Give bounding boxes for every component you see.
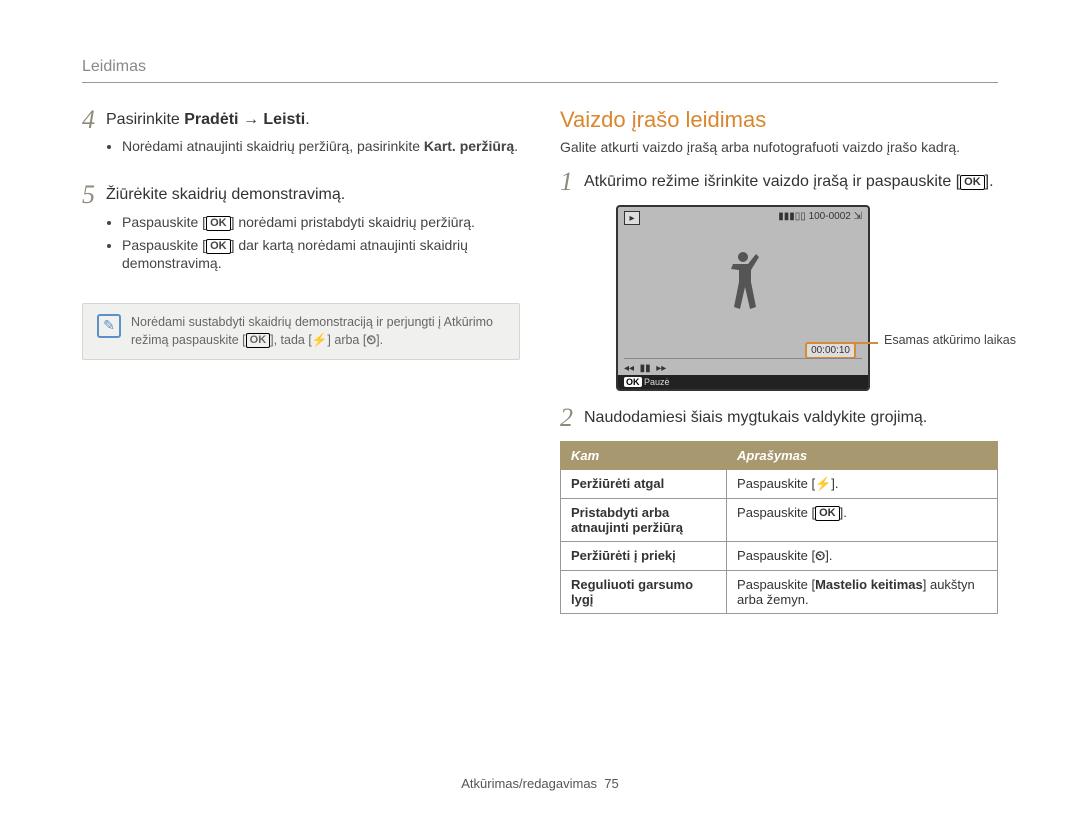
table-header-row: Kam Aprašymas: [561, 442, 998, 470]
step-body: Pasirinkite Pradėti → Leisti. Norėdami a…: [106, 107, 520, 172]
preview-bottombar: OK Pauzė: [618, 375, 868, 389]
th-aprasymas: Aprašymas: [727, 442, 998, 470]
table-row: Peržiūrėti atgal Paspauskite [⚡].: [561, 470, 998, 499]
strong: Pradėti: [184, 111, 238, 128]
callout-line: [838, 342, 878, 344]
ok-icon: OK: [206, 216, 231, 231]
text: Paspauskite [: [737, 505, 815, 520]
step-4: 4 Pasirinkite Pradėti → Leisti. Norėdami…: [82, 107, 520, 172]
page-header: Leidimas: [82, 58, 998, 83]
step-number: 5: [82, 182, 106, 208]
table-row: Reguliuoti garsumo lygį Paspauskite [Mas…: [561, 571, 998, 614]
strong: Leisti: [263, 111, 305, 128]
text: ].: [825, 548, 832, 563]
step-4-bullets: Norėdami atnaujinti skaidrių peržiūrą, p…: [106, 137, 520, 156]
step-number: 4: [82, 107, 106, 133]
text: Norėdami atnaujinti skaidrių peržiūrą, p…: [122, 138, 424, 154]
ok-icon: OK: [624, 377, 642, 387]
header-title: Leidimas: [82, 58, 146, 75]
play-badge-icon: ▸: [624, 211, 640, 225]
row-desc: Paspauskite [⏲].: [727, 542, 998, 571]
step-number: 1: [560, 169, 584, 195]
row-label: Peržiūrėti į priekį: [561, 542, 727, 571]
text: ].: [376, 333, 383, 347]
table-row: Peržiūrėti į priekį Paspauskite [⏲].: [561, 542, 998, 571]
step-5-bullets: Paspauskite [OK] norėdami pristabdyti sk…: [106, 213, 520, 274]
row-label: Peržiūrėti atgal: [561, 470, 727, 499]
ok-icon: OK: [960, 175, 985, 190]
text: .: [514, 138, 518, 154]
screenshot-wrapper: ▸ ▮▮▮▯▯ 100-0002 ⇲ 00:00:10 ◂◂ ▮▮ ▸▸: [588, 205, 998, 391]
step-body: Žiūrėkite skaidrių demonstravimą. Paspau…: [106, 182, 520, 289]
pause-icon: ▮▮: [640, 363, 651, 374]
text: Paspauskite [: [122, 237, 206, 253]
table-row: Pristabdyti arba atnaujinti peržiūrą Pas…: [561, 499, 998, 542]
text: ] arba [: [327, 333, 366, 347]
text: ] norėdami pristabdyti skaidrių peržiūrą…: [231, 214, 475, 230]
info-note: ✎ Norėdami sustabdyti skaidrių demonstra…: [82, 303, 520, 360]
person-silhouette-icon: [723, 247, 763, 322]
two-column-layout: 4 Pasirinkite Pradėti → Leisti. Norėdami…: [82, 107, 998, 614]
preview-topbar: ▸ ▮▮▮▯▯ 100-0002 ⇲: [624, 211, 862, 225]
th-kam: Kam: [561, 442, 727, 470]
page-footer: Atkūrimas/redagavimas 75: [0, 776, 1080, 791]
text: ].: [985, 173, 994, 190]
text: Paspauskite [: [122, 214, 206, 230]
row-desc: Paspauskite [⚡].: [727, 470, 998, 499]
step-text: Pasirinkite Pradėti → Leisti.: [106, 111, 310, 128]
text: Paspauskite [: [737, 548, 815, 563]
controls-table: Kam Aprašymas Peržiūrėti atgal Paspauski…: [560, 441, 998, 614]
section-title: Vaizdo įrašo leidimas: [560, 107, 998, 133]
footer-label: Atkūrimas/redagavimas: [461, 776, 597, 791]
ok-icon: OK: [206, 239, 231, 254]
text: ].: [831, 476, 838, 491]
row-label: Reguliuoti garsumo lygį: [561, 571, 727, 614]
page-number: 75: [604, 776, 618, 791]
left-column: 4 Pasirinkite Pradėti → Leisti. Norėdami…: [82, 107, 520, 614]
step-2: 2 Naudodamiesi šiais mygtukais valdykite…: [560, 405, 998, 431]
section-intro: Galite atkurti vaizdo įrašą arba nufotog…: [560, 139, 998, 155]
right-column: Vaizdo įrašo leidimas Galite atkurti vai…: [560, 107, 998, 614]
step-text: Naudodamiesi šiais mygtukais valdykite g…: [584, 405, 998, 429]
text: Atkūrimo režime išrinkite vaizdo įrašą i…: [584, 173, 960, 190]
text: ], tada [: [270, 333, 312, 347]
preview-counter: ▮▮▮▯▯ 100-0002 ⇲: [778, 211, 862, 225]
note-text: Norėdami sustabdyti skaidrių demonstraci…: [131, 314, 505, 349]
text: Paspauskite [: [737, 577, 815, 592]
note-icon: ✎: [97, 314, 121, 338]
ok-icon: OK: [815, 506, 840, 521]
text: .: [305, 111, 309, 128]
strong: Mastelio keitimas: [815, 577, 923, 592]
preview-controls: ◂◂ ▮▮ ▸▸: [624, 358, 862, 375]
step-1: 1 Atkūrimo režime išrinkite vaizdo įrašą…: [560, 169, 998, 195]
rewind-icon: ◂◂: [624, 363, 634, 374]
text: 100-0002: [809, 211, 851, 222]
flash-icon: ⚡: [312, 333, 328, 347]
row-desc: Paspauskite [OK].: [727, 499, 998, 542]
callout-label: Esamas atkūrimo laikas: [884, 333, 1016, 347]
forward-icon: ▸▸: [656, 363, 666, 374]
strong: Kart. peržiūrą: [424, 138, 514, 154]
bullet: Paspauskite [OK] dar kartą norėdami atna…: [122, 236, 520, 274]
playback-time-box: 00:00:10: [805, 342, 856, 359]
row-desc: Paspauskite [Mastelio keitimas] aukštyn …: [727, 571, 998, 614]
video-preview: ▸ ▮▮▮▯▯ 100-0002 ⇲ 00:00:10 ◂◂ ▮▮ ▸▸: [616, 205, 870, 391]
timer-icon: ⏲: [366, 333, 376, 347]
timer-icon: ⏲: [815, 548, 825, 563]
bullet: Norėdami atnaujinti skaidrių peržiūrą, p…: [122, 137, 520, 156]
step-text: Atkūrimo režime išrinkite vaizdo įrašą i…: [584, 169, 998, 193]
pause-label: Pauzė: [644, 377, 670, 387]
page: Leidimas 4 Pasirinkite Pradėti → Leisti.…: [0, 0, 1080, 815]
bullet: Paspauskite [OK] norėdami pristabdyti sk…: [122, 213, 520, 232]
step-5: 5 Žiūrėkite skaidrių demonstravimą. Pasp…: [82, 182, 520, 289]
arrow: →: [239, 111, 264, 128]
text: Pasirinkite: [106, 111, 184, 128]
flash-icon: ⚡: [815, 476, 831, 491]
step-text: Žiūrėkite skaidrių demonstravimą.: [106, 186, 345, 203]
ok-icon: OK: [246, 333, 271, 348]
text: Paspauskite [: [737, 476, 815, 491]
row-label: Pristabdyti arba atnaujinti peržiūrą: [561, 499, 727, 542]
step-number: 2: [560, 405, 584, 431]
text: ].: [840, 505, 847, 520]
